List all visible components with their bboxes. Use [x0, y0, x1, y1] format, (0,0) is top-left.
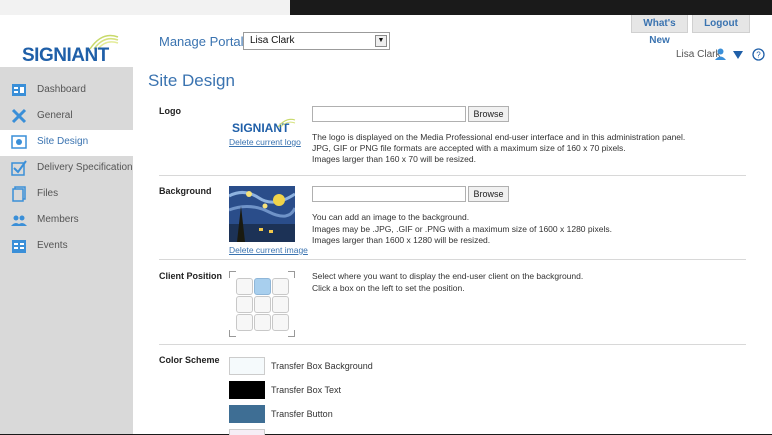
- background-section-label: Background: [159, 186, 212, 196]
- sidebar: Dashboard General Site Design Delivery S…: [0, 67, 133, 434]
- help-icon[interactable]: ?: [752, 48, 765, 61]
- logo-browse-button[interactable]: Browse: [468, 106, 509, 122]
- client-position-desc-line: Select where you want to display the end…: [312, 271, 584, 281]
- site-design-icon: [11, 135, 27, 149]
- color-scheme-label: Color Scheme: [159, 355, 220, 365]
- top-strip: [0, 0, 290, 16]
- position-top-left[interactable]: [236, 278, 253, 295]
- partial-swatch[interactable]: [229, 429, 265, 435]
- delete-background-link[interactable]: Delete current image: [229, 245, 308, 255]
- frame-corner: [229, 330, 236, 337]
- delete-logo-link[interactable]: Delete current logo: [229, 137, 301, 147]
- client-position-grid: [229, 271, 295, 337]
- sidebar-item-site-design[interactable]: Site Design: [0, 130, 133, 156]
- background-file-input[interactable]: [312, 186, 466, 202]
- position-top-right[interactable]: [272, 278, 289, 295]
- logo-arc-icon: [277, 118, 296, 128]
- sidebar-item-label: Delivery Specification: [37, 162, 133, 173]
- background-thumbnail: [229, 186, 295, 242]
- tools-icon: [11, 108, 27, 124]
- dropdown-arrow-icon: ▼: [375, 35, 387, 47]
- logo-desc-line: JPG, GIF or PNG file formats are accepte…: [312, 143, 626, 153]
- signiant-logo: SIGNIANT: [22, 34, 119, 66]
- sidebar-item-events[interactable]: Events: [0, 234, 133, 260]
- frame-corner: [229, 271, 236, 278]
- transfer-button-swatch[interactable]: [229, 405, 265, 423]
- swatch-label: Transfer Box Text: [271, 385, 342, 395]
- position-bottom-left[interactable]: [236, 314, 253, 331]
- page-title: Site Design: [148, 71, 235, 90]
- client-position-label: Client Position: [159, 271, 222, 281]
- swatch-label: Transfer Box Background: [271, 361, 373, 371]
- sidebar-item-files[interactable]: Files: [0, 182, 133, 208]
- position-bottom-right[interactable]: [272, 314, 289, 331]
- sidebar-item-label: General: [37, 110, 73, 121]
- background-desc-line: Images larger than 1600 x 1280 will be r…: [312, 235, 491, 245]
- background-browse-button[interactable]: Browse: [468, 186, 509, 202]
- dashboard-icon: [12, 84, 26, 96]
- logo-preview: SIGNIANT: [232, 116, 302, 136]
- logo-desc-line: The logo is displayed on the Media Profe…: [312, 132, 686, 142]
- sidebar-item-general[interactable]: General: [0, 104, 133, 130]
- logo-file-input[interactable]: [312, 106, 466, 122]
- whats-new-tab[interactable]: What's New: [631, 15, 688, 46]
- position-middle-center[interactable]: [254, 296, 271, 313]
- portal-select[interactable]: Lisa Clark ▼: [243, 32, 390, 50]
- logo-section-label: Logo: [159, 106, 181, 116]
- sidebar-item-label: Members: [37, 214, 79, 225]
- sidebar-item-label: Files: [37, 188, 59, 199]
- svg-text:?: ?: [756, 51, 761, 60]
- position-top-center[interactable]: [254, 278, 271, 295]
- transfer-box-background-swatch[interactable]: [229, 357, 265, 375]
- manage-portal-label: Manage Portal:: [159, 34, 248, 49]
- sidebar-item-label: Site Design: [37, 136, 89, 147]
- members-icon: [11, 215, 27, 226]
- files-icon: [12, 186, 26, 202]
- background-desc-line: You can add an image to the background.: [312, 212, 470, 222]
- divider: [159, 259, 746, 260]
- divider: [159, 175, 746, 176]
- swatch-label: Transfer Button: [271, 409, 333, 419]
- checkbox-icon: [11, 160, 27, 176]
- menu-caret-icon[interactable]: [733, 51, 743, 59]
- position-middle-right[interactable]: [272, 296, 289, 313]
- divider: [159, 344, 746, 345]
- frame-corner: [288, 330, 295, 337]
- sidebar-item-label: Dashboard: [37, 84, 86, 95]
- client-position-desc-line: Click a box on the left to set the posit…: [312, 283, 465, 293]
- logo-text: SIGNIANT: [22, 45, 109, 66]
- logout-tab[interactable]: Logout: [692, 15, 750, 33]
- user-icon[interactable]: [714, 48, 727, 60]
- transfer-box-text-swatch[interactable]: [229, 381, 265, 399]
- portal-select-value: Lisa Clark: [250, 35, 295, 46]
- sidebar-item-delivery-specification[interactable]: Delivery Specification: [0, 156, 133, 182]
- events-icon: [12, 240, 26, 253]
- sidebar-item-members[interactable]: Members: [0, 208, 133, 234]
- sidebar-item-label: Events: [37, 240, 68, 251]
- background-desc-line: Images may be .JPG, .GIF or .PNG with a …: [312, 224, 612, 234]
- position-middle-left[interactable]: [236, 296, 253, 313]
- logo-desc-line: Images larger than 160 x 70 will be resi…: [312, 154, 476, 164]
- position-bottom-center[interactable]: [254, 314, 271, 331]
- frame-corner: [288, 271, 295, 278]
- sidebar-item-dashboard[interactable]: Dashboard: [0, 78, 133, 104]
